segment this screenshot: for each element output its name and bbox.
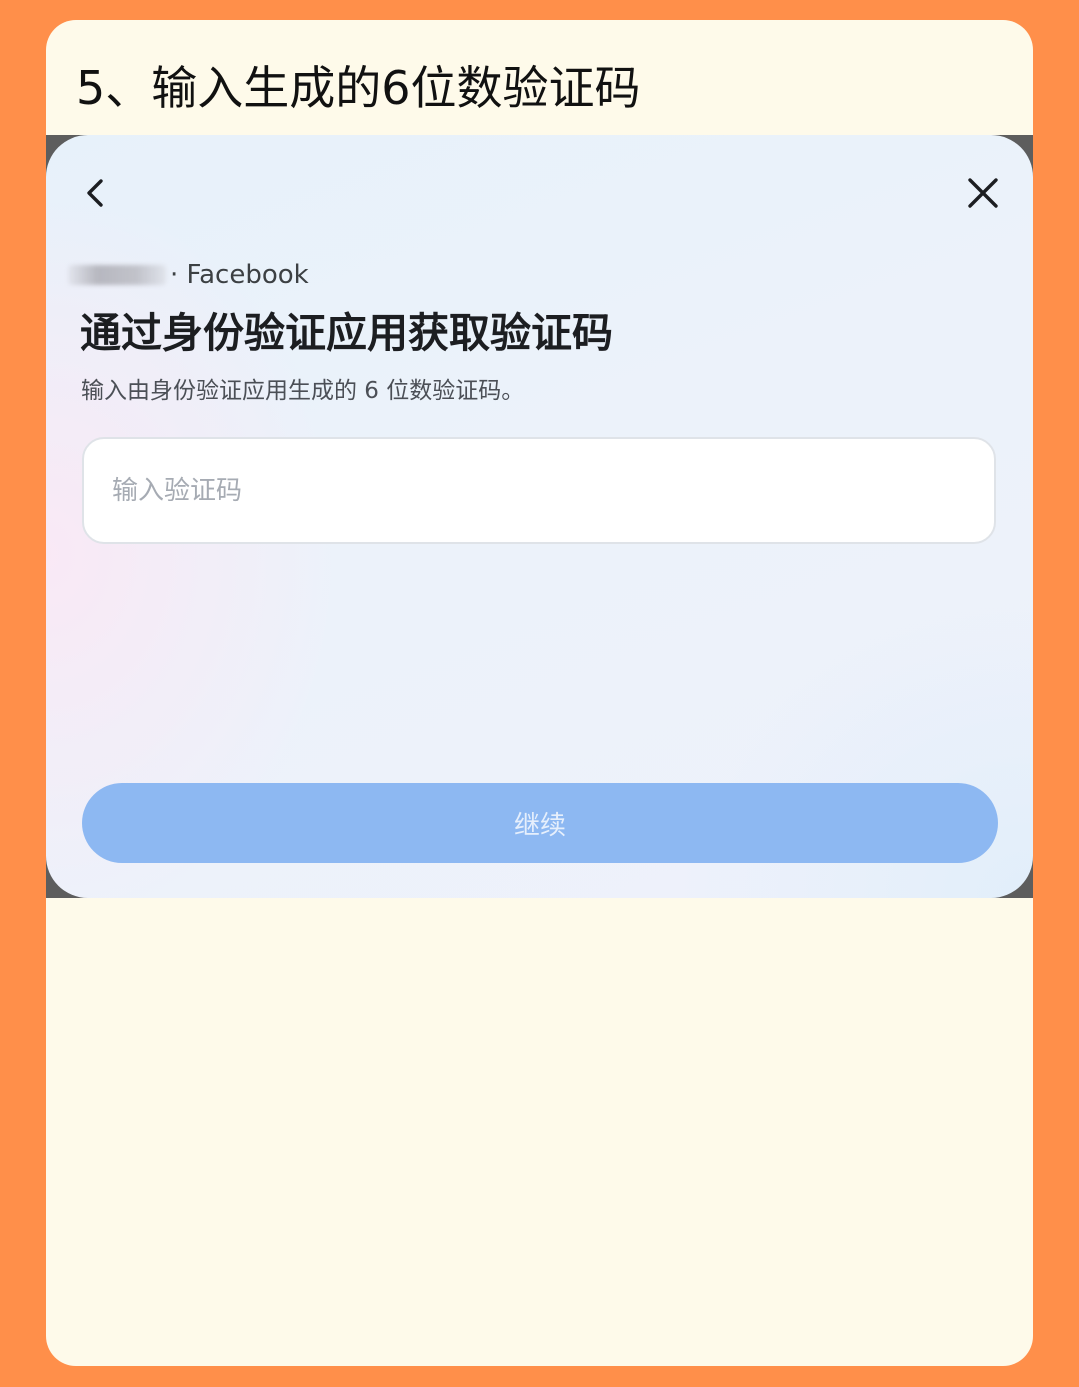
step-title: 5、输入生成的6位数验证码 [76, 61, 641, 115]
verification-code-input[interactable] [82, 437, 996, 544]
close-button[interactable] [961, 171, 1005, 215]
dialog-subtitle: 输入由身份验证应用生成的 6 位数验证码。 [81, 378, 525, 404]
chevron-left-icon [87, 179, 103, 207]
back-button[interactable] [74, 171, 118, 215]
instruction-card: 5、输入生成的6位数验证码 · Facebook 通过身份验证应用获取验证码 输… [46, 20, 1033, 1366]
close-icon [968, 178, 998, 208]
screenshot-frame: · Facebook 通过身份验证应用获取验证码 输入由身份验证应用生成的 6 … [46, 135, 1033, 898]
account-service-label: · Facebook [170, 260, 309, 290]
continue-button[interactable]: 继续 [82, 783, 998, 863]
dialog-title: 通过身份验证应用获取验证码 [80, 309, 613, 357]
verification-dialog: · Facebook 通过身份验证应用获取验证码 输入由身份验证应用生成的 6 … [46, 135, 1033, 898]
account-line: · Facebook [68, 257, 309, 293]
redacted-account-name [68, 265, 166, 285]
